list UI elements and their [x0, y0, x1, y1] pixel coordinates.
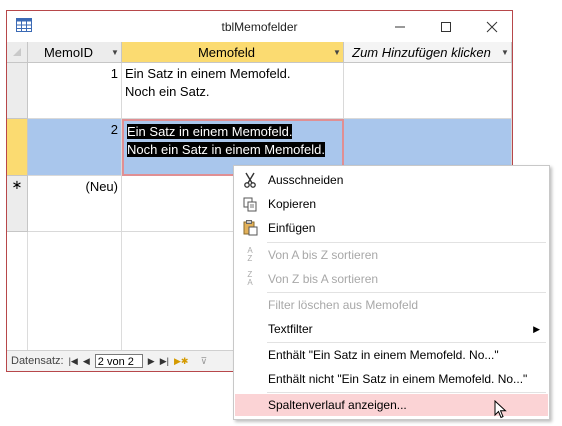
menu-item-sort-za: ZA Von Z bis A sortieren	[235, 268, 548, 290]
previous-record-icon[interactable]: ◀	[83, 356, 90, 367]
memoid-cell[interactable]: 2	[28, 119, 122, 176]
menu-item-text-filter[interactable]: Textfilter ▶	[235, 318, 548, 340]
close-icon	[486, 21, 498, 33]
menu-separator	[267, 242, 546, 243]
gridline	[27, 232, 28, 352]
menu-item-clear-filter: Filter löschen aus Memofeld	[235, 294, 548, 316]
menu-item-copy[interactable]: Kopieren	[235, 193, 548, 215]
memoid-cell[interactable]: 1	[28, 63, 122, 119]
menu-item-label: Ausschneiden	[268, 173, 344, 187]
minimize-button[interactable]	[377, 11, 423, 43]
menu-item-label: Spaltenverlauf anzeigen...	[268, 398, 407, 412]
menu-separator	[267, 342, 546, 343]
record-label: Datensatz:	[11, 355, 64, 367]
column-header-label: Zum Hinzufügen klicken	[352, 44, 491, 60]
menu-item-cut[interactable]: Ausschneiden	[235, 169, 548, 191]
menu-item-label: Einfügen	[268, 221, 316, 235]
menu-item-label: Von A bis Z sortieren	[268, 248, 379, 262]
menu-item-label: Filter löschen aus Memofeld	[268, 298, 419, 312]
menu-item-label: Textfilter	[268, 322, 313, 336]
column-header-memoid[interactable]: MemoID ▼	[28, 42, 122, 63]
select-all-corner[interactable]	[7, 42, 28, 63]
maximize-icon	[441, 22, 451, 32]
scissors-icon	[241, 171, 259, 189]
menu-item-paste[interactable]: Einfügen	[235, 217, 548, 239]
menu-item-label: Kopieren	[268, 197, 317, 211]
submenu-arrow-icon: ▶	[533, 323, 540, 334]
dropdown-arrow-icon[interactable]: ▼	[331, 48, 343, 57]
last-record-icon[interactable]: ▶|	[160, 356, 169, 367]
memofeld-cell[interactable]: Ein Satz in einem Memofeld. Noch ein Sat…	[122, 63, 344, 119]
column-header-label: MemoID	[43, 44, 94, 60]
menu-separator	[267, 292, 546, 293]
dropdown-arrow-icon[interactable]: ▼	[109, 48, 121, 57]
selected-text[interactable]: Noch ein Satz in einem Memofeld.	[127, 142, 325, 157]
menu-item-label: Von Z bis A sortieren	[268, 272, 379, 286]
corner-triangle-icon	[13, 48, 21, 56]
memo-text-line: Ein Satz in einem Memofeld.	[125, 66, 291, 81]
selected-text[interactable]: Ein Satz in einem Memofeld.	[127, 124, 293, 139]
menu-item-label: Enthält "Ein Satz in einem Memofeld. No.…	[268, 348, 499, 362]
minimize-icon	[395, 26, 405, 28]
maximize-button[interactable]	[423, 11, 469, 43]
sort-az-icon: AZ	[247, 246, 253, 263]
column-header-memofeld[interactable]: Memofeld ▼	[122, 42, 344, 63]
title-bar[interactable]: tblMemofelder	[7, 11, 512, 43]
menu-item-contains[interactable]: Enthält "Ein Satz in einem Memofeld. No.…	[235, 344, 548, 366]
paste-icon	[241, 219, 259, 237]
empty-cell[interactable]	[344, 63, 512, 119]
close-button[interactable]	[469, 11, 515, 43]
row-selector[interactable]	[7, 63, 28, 119]
sort-za-icon: ZA	[247, 270, 253, 287]
new-row-marker[interactable]: ∗	[7, 176, 28, 232]
column-header-label: Memofeld	[197, 44, 256, 60]
menu-item-sort-az: AZ Von A bis Z sortieren	[235, 244, 548, 266]
menu-separator	[267, 392, 546, 393]
row-selector-current[interactable]	[7, 119, 28, 176]
next-record-icon[interactable]: ▶	[148, 356, 155, 367]
memo-text-line: Noch ein Satz.	[125, 84, 210, 99]
mouse-pointer-icon	[494, 400, 507, 419]
column-header-add-field[interactable]: Zum Hinzufügen klicken ▼	[344, 42, 512, 63]
context-menu: Ausschneiden Kopieren Einfügen AZ Von A …	[233, 165, 550, 420]
dropdown-arrow-icon[interactable]: ▼	[499, 48, 511, 57]
gridline	[121, 232, 122, 352]
current-record-input[interactable]: 2 von 2	[94, 354, 143, 368]
menu-item-label: Enthält nicht "Ein Satz in einem Memofel…	[268, 372, 528, 386]
new-record-icon[interactable]: ▶✱	[174, 356, 188, 367]
menu-item-not-contains[interactable]: Enthält nicht "Ein Satz in einem Memofel…	[235, 368, 548, 390]
copy-icon	[241, 195, 259, 213]
first-record-icon[interactable]: |◀	[69, 356, 78, 367]
new-record-cell[interactable]: (Neu)	[28, 176, 122, 232]
filter-icon[interactable]: ⊽	[200, 356, 207, 367]
